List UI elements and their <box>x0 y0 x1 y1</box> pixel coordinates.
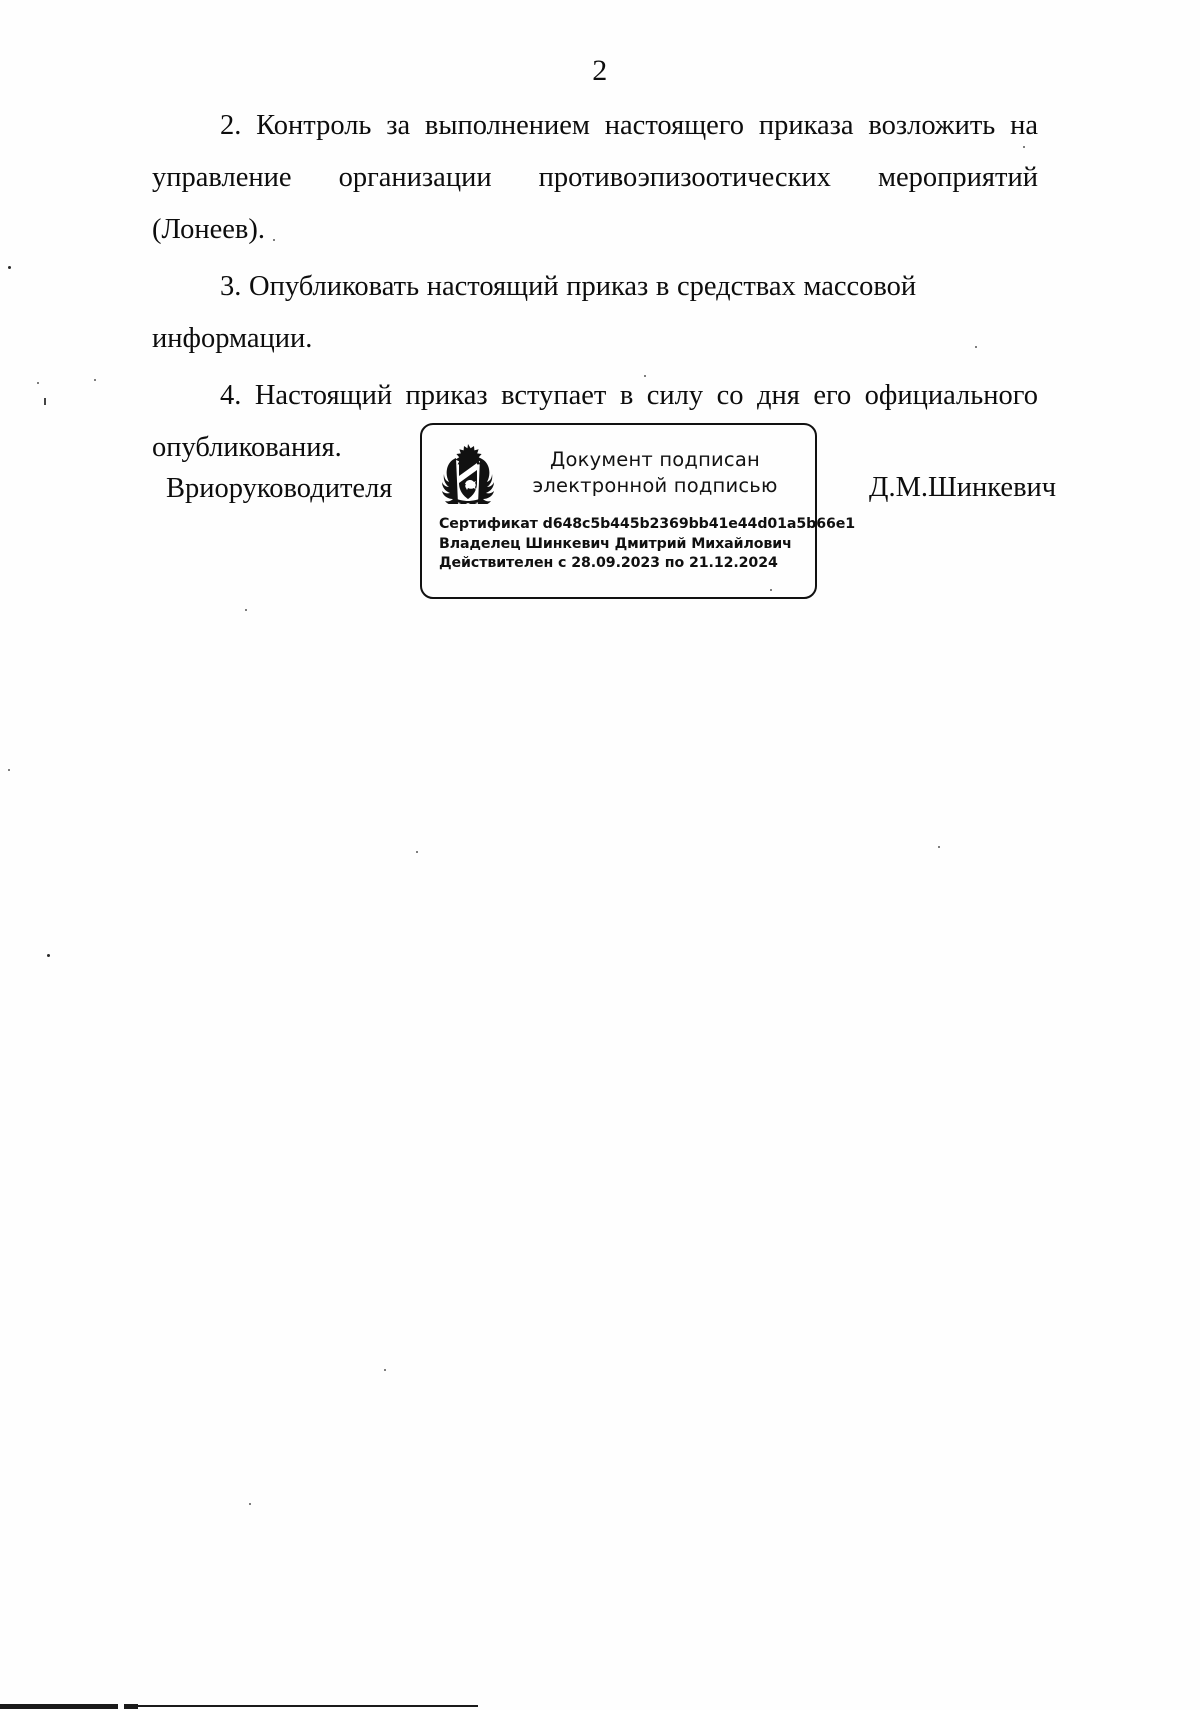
stamp-title-line-1: Документ подписан <box>550 448 760 471</box>
scan-speck <box>644 375 646 377</box>
scan-speck <box>249 1503 251 1505</box>
scan-edge-line-right <box>138 1705 478 1707</box>
electronic-signature-stamp: Документ подписан электронной подписью С… <box>420 423 856 599</box>
scan-speck <box>975 346 977 348</box>
scan-speck <box>8 769 10 771</box>
certificate-validity: Действителен с 28.09.2023 по 21.12.2024 <box>439 555 778 571</box>
scan-speck <box>770 589 772 591</box>
paragraph-2: 2. Контроль за выполнением настоящего пр… <box>152 110 1038 245</box>
signatory-name: Д.М.Шинкевич <box>869 472 1057 503</box>
stamp-header: Документ подписан электронной подписью <box>422 437 815 509</box>
certificate-owner: Владелец Шинкевич Дмитрий Михайлович <box>439 535 792 552</box>
stamp-title: Документ подписан электронной подписью <box>505 447 815 499</box>
scan-speck <box>94 379 96 381</box>
document-page: 2 2. Контроль за выполнением настоящего … <box>0 0 1200 1710</box>
certificate-serial: Сертификат d648c5b445b2369bb41e44d01a5b6… <box>439 516 856 532</box>
scan-speck <box>37 382 39 384</box>
page-number: 2 <box>592 54 608 87</box>
scan-speck <box>416 851 418 853</box>
signatory-title: Вриоруководителя <box>166 473 393 504</box>
scan-speck <box>245 609 247 611</box>
coat-of-arms-emblem-icon <box>439 442 497 504</box>
scan-speck <box>8 266 11 269</box>
scan-speck <box>44 398 46 405</box>
scan-edge-line-mid <box>124 1704 138 1709</box>
scan-edge-line-left <box>0 1704 118 1709</box>
stamp-certificate-details: Сертификат d648c5b445b2369bb41e44d01a5b6… <box>439 515 856 574</box>
stamp-title-line-2: электронной подписью <box>532 474 778 497</box>
paragraph-3: 3. Опубликовать настоящий приказ в средс… <box>152 271 917 354</box>
scan-speck <box>47 954 50 957</box>
scan-speck <box>1023 146 1025 148</box>
scan-speck <box>938 846 940 848</box>
scan-speck <box>273 239 275 241</box>
scan-speck <box>384 1369 386 1371</box>
